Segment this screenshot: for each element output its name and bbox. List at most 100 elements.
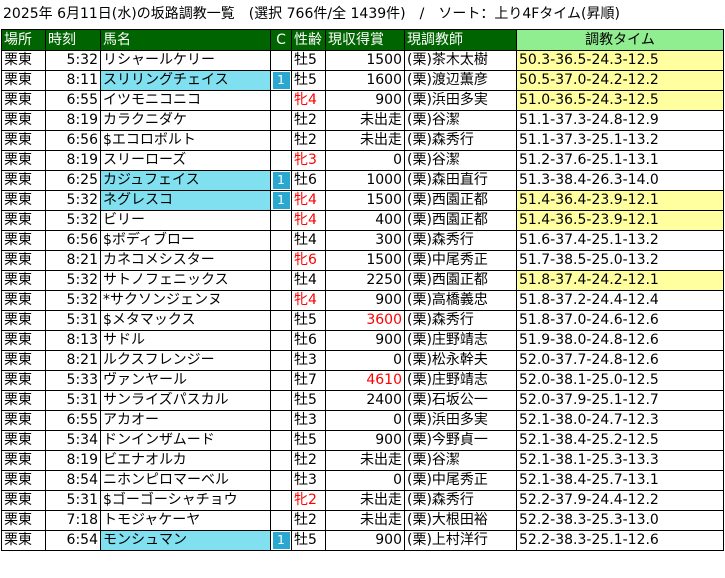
cell-trainer[interactable]: (栗)高橋義忠 [404, 290, 517, 311]
table-row[interactable]: 栗東 5:32 ビリー 牝4 400 (栗)西園正都 51.4-36.5-23.9-12.1 [1, 210, 724, 231]
cell-horse-name[interactable]: サトノフェニックス [100, 270, 271, 291]
table-row[interactable]: 栗東 5:31 $ゴーゴーシャチョウ 牝2 未出走 (栗)森秀行 52.2-37.9-24.… [1, 490, 724, 511]
cell-trainer[interactable]: (栗)谷潔 [404, 110, 517, 131]
cell-horse-name[interactable]: リシャールケリー [100, 50, 271, 71]
cell-horse-name[interactable]: アカオー [100, 410, 271, 431]
cell-clock: 8:19 [45, 450, 101, 471]
cell-horse-name[interactable]: $ゴーゴーシャチョウ [100, 490, 271, 511]
cell-horse-name[interactable]: スリーローズ [100, 150, 271, 171]
table-row[interactable]: 栗東 6:56 $ボディブロー 牡4 300 (栗)森秀行 51.6-37.4-25.1-1… [1, 230, 724, 251]
table-row[interactable]: 栗東 8:19 ビエナオルカ 牡2 未出走 (栗)谷潔 52.1-38.1-25.3-13.… [1, 450, 724, 471]
table-row[interactable]: 栗東 6:25 カジュフェイス 1 牡6 1000 (栗)森田直行 51.3-38.4-26.… [1, 170, 724, 191]
table-row[interactable]: 栗東 5:31 $メタマックス 牡5 3600 (栗)森秀行 51.8-37.0-24.6-… [1, 310, 724, 331]
column-header-sex-age[interactable]: 性齢 [291, 29, 326, 51]
cell-trainer[interactable]: (栗)谷潔 [404, 450, 517, 471]
cell-place: 栗東 [1, 350, 46, 371]
column-header-place[interactable]: 場所 [1, 29, 46, 51]
cell-sex-age: 牡5 [291, 530, 326, 551]
cell-horse-name[interactable]: イツモニコニコ [100, 90, 271, 111]
cell-horse-name[interactable]: スリリングチェイス [100, 70, 271, 91]
cell-prize: 900 [325, 530, 405, 551]
cell-trainer[interactable]: (栗)中尾秀正 [404, 470, 517, 491]
cell-trainer[interactable]: (栗)森秀行 [404, 230, 517, 251]
column-header-name[interactable]: 馬名 [100, 29, 271, 51]
cell-trainer[interactable]: (栗)今野貞一 [404, 430, 517, 451]
cell-trainer[interactable]: (栗)渡辺薫彦 [404, 70, 517, 91]
training-table: 場所 時刻 馬名 C 性齢 現収得賞 現調教師 調教タイム 栗東 5:32 リシャー… [1, 29, 724, 551]
cell-trainer[interactable]: (栗)庄野靖志 [404, 330, 517, 351]
cell-horse-name[interactable]: カジュフェイス [100, 170, 271, 191]
table-row[interactable]: 栗東 8:19 カラクニダケ 牡2 未出走 (栗)谷潔 51.1-37.3-24.8-12.… [1, 110, 724, 131]
table-row[interactable]: 栗東 8:54 ニホンピロマーベル 牡3 0 (栗)中尾秀正 52.1-38.4-25.7-… [1, 470, 724, 491]
cell-horse-name[interactable]: サンライズパスカル [100, 390, 271, 411]
table-row[interactable]: 栗東 8:21 カネコメシスター 牝6 1500 (栗)中尾秀正 51.7-38.5-25.… [1, 250, 724, 271]
cell-prize: 未出走 [325, 110, 405, 131]
table-row[interactable]: 栗東 5:33 ヴァンヤール 牡7 4610 (栗)庄野靖志 52.0-38.1-25.0-… [1, 370, 724, 391]
cell-horse-name[interactable]: *サクソンジェンヌ [100, 290, 271, 311]
column-header-times[interactable]: 調教タイム [516, 29, 724, 51]
cell-trainer[interactable]: (栗)西園正都 [404, 270, 517, 291]
cell-clock: 5:34 [45, 430, 101, 451]
cell-horse-name[interactable]: ルクスフレンジー [100, 350, 271, 371]
table-row[interactable]: 栗東 5:32 サトノフェニックス 牡4 2250 (栗)西園正都 51.8-37.4-24… [1, 270, 724, 291]
cell-horse-name[interactable]: ドンインザムード [100, 430, 271, 451]
table-row[interactable]: 栗東 5:31 サンライズパスカル 牡5 2400 (栗)石坂公一 52.0-37.9-25… [1, 390, 724, 411]
cell-sex-age: 牡2 [291, 510, 326, 531]
cell-clock: 8:21 [45, 350, 101, 371]
cell-clock: 8:54 [45, 470, 101, 491]
table-row[interactable]: 栗東 5:32 リシャールケリー 牡5 1500 (栗)茶木太樹 50.3-36.5-24.… [1, 50, 724, 71]
table-row[interactable]: 栗東 8:11 スリリングチェイス 1 牡5 1600 (栗)渡辺薫彦 50.5-37.0-2… [1, 70, 724, 91]
cell-horse-name[interactable]: サドル [100, 330, 271, 351]
table-row[interactable]: 栗東 5:32 ネグレスコ 1 牝4 1500 (栗)西園正都 51.4-36.4-23.9-… [1, 190, 724, 211]
cell-trainer[interactable]: (栗)上村洋行 [404, 530, 517, 551]
cell-trainer[interactable]: (栗)西園正都 [404, 190, 517, 211]
cell-trainer[interactable]: (栗)森秀行 [404, 490, 517, 511]
cell-horse-name[interactable]: ビリー [100, 210, 271, 231]
column-header-c[interactable]: C [270, 29, 292, 51]
cell-trainer[interactable]: (栗)西園正都 [404, 210, 517, 231]
cell-trainer[interactable]: (栗)森秀行 [404, 310, 517, 331]
cell-trainer[interactable]: (栗)松永幹夫 [404, 350, 517, 371]
cell-trainer[interactable]: (栗)森秀行 [404, 130, 517, 151]
table-row[interactable]: 栗東 8:21 ルクスフレンジー 牡3 0 (栗)松永幹夫 52.0-37.7-24.8-1… [1, 350, 724, 371]
table-row[interactable]: 栗東 5:34 ドンインザムード 牡5 900 (栗)今野貞一 52.1-38.4-25.2… [1, 430, 724, 451]
cell-trainer[interactable]: (栗)浜田多実 [404, 90, 517, 111]
cell-prize: 400 [325, 210, 405, 231]
cell-sex-age: 牡5 [291, 390, 326, 411]
table-row[interactable]: 栗東 6:55 アカオー 牡3 0 (栗)浜田多実 52.1-38.0-24.7-12.3 [1, 410, 724, 431]
column-header-trainer[interactable]: 現調教師 [404, 29, 517, 51]
column-header-clock[interactable]: 時刻 [45, 29, 101, 51]
table-row[interactable]: 栗東 5:32 *サクソンジェンヌ 牝4 900 (栗)高橋義忠 51.8-37.2-24.… [1, 290, 724, 311]
cell-sex-age: 牡3 [291, 470, 326, 491]
cell-horse-name[interactable]: ヴァンヤール [100, 370, 271, 391]
table-row[interactable]: 栗東 6:56 $エコロボルト 牡2 未出走 (栗)森秀行 51.1-37.3-25.1-1… [1, 130, 724, 151]
cell-trainer[interactable]: (栗)谷潔 [404, 150, 517, 171]
cell-horse-name[interactable]: ニホンピロマーベル [100, 470, 271, 491]
cell-times: 51.7-38.5-25.0-13.2 [516, 250, 724, 271]
cell-trainer[interactable]: (栗)浜田多実 [404, 410, 517, 431]
table-row[interactable]: 栗東 8:19 スリーローズ 牝3 0 (栗)谷潔 51.2-37.6-25.1-13.1 [1, 150, 724, 171]
cell-trainer[interactable]: (栗)庄野靖志 [404, 370, 517, 391]
cell-trainer[interactable]: (栗)森田直行 [404, 170, 517, 191]
cell-horse-name[interactable]: トモジャケーヤ [100, 510, 271, 531]
cell-trainer[interactable]: (栗)石坂公一 [404, 390, 517, 411]
table-row[interactable]: 栗東 6:54 モンシュマン 1 牡5 900 (栗)上村洋行 52.2-38.3-25.1-… [1, 530, 724, 551]
table-row[interactable]: 栗東 8:13 サドル 牡6 900 (栗)庄野靖志 51.9-38.0-24.8-12.6 [1, 330, 724, 351]
cell-horse-name[interactable]: ネグレスコ [100, 190, 271, 211]
cell-c [270, 250, 292, 271]
cell-horse-name[interactable]: $ボディブロー [100, 230, 271, 251]
table-row[interactable]: 栗東 7:18 トモジャケーヤ 牡2 未出走 (栗)大根田裕 52.2-38.3-25.3-… [1, 510, 724, 531]
cell-horse-name[interactable]: $メタマックス [100, 310, 271, 331]
cell-times: 51.4-36.4-23.9-12.1 [516, 190, 724, 211]
cell-trainer[interactable]: (栗)中尾秀正 [404, 250, 517, 271]
cell-trainer[interactable]: (栗)大根田裕 [404, 510, 517, 531]
cell-horse-name[interactable]: カラクニダケ [100, 110, 271, 131]
column-header-prize[interactable]: 現収得賞 [325, 29, 405, 51]
cell-horse-name[interactable]: ビエナオルカ [100, 450, 271, 471]
cell-prize: 2250 [325, 270, 405, 291]
cell-trainer[interactable]: (栗)茶木太樹 [404, 50, 517, 71]
cell-horse-name[interactable]: モンシュマン [100, 530, 271, 551]
cell-horse-name[interactable]: カネコメシスター [100, 250, 271, 271]
table-row[interactable]: 栗東 6:55 イツモニコニコ 牝4 900 (栗)浜田多実 51.0-36.5-24.3-… [1, 90, 724, 111]
cell-horse-name[interactable]: $エコロボルト [100, 130, 271, 151]
